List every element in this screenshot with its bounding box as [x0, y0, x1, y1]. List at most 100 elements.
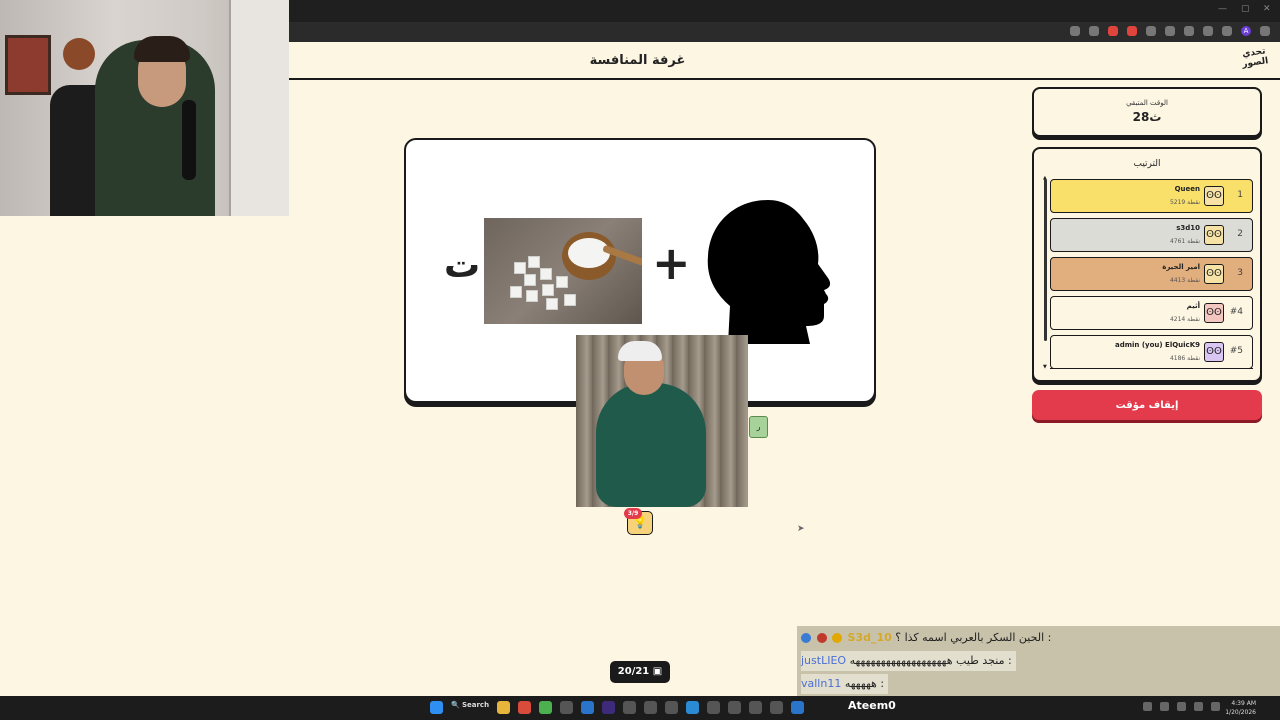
sugar-cube	[564, 294, 576, 306]
app-icon[interactable]	[728, 701, 742, 714]
app-icon[interactable]	[518, 701, 532, 714]
extension-icon[interactable]	[1146, 26, 1156, 36]
player-avatar-icon: ʘʘ	[1204, 264, 1224, 284]
volume-icon[interactable]	[1211, 702, 1220, 711]
puzzle-letter: ت	[444, 245, 481, 286]
zoom-icon[interactable]	[1070, 26, 1080, 36]
page-title: غرفة المنافسة	[589, 53, 686, 68]
rank-position: 2	[1237, 229, 1243, 239]
extension-icon[interactable]	[1108, 26, 1118, 36]
tray-icon[interactable]	[1177, 702, 1186, 711]
ranking-panel: الترتيب ▲ ▼ 1 ʘʘ Queen 5219 نقطة 2 ʘʘ s3…	[1032, 147, 1262, 382]
app-icon[interactable]	[581, 701, 595, 714]
windows-start-icon[interactable]	[430, 701, 443, 714]
badge-icon	[832, 633, 842, 643]
app-icon[interactable]	[623, 701, 637, 714]
scroll-down-icon[interactable]: ▼	[1043, 364, 1047, 370]
rank-row[interactable]: 1 ʘʘ Queen 5219 نقطة	[1050, 179, 1253, 213]
tray-icon[interactable]	[1160, 702, 1169, 711]
sugar-cube	[528, 256, 540, 268]
chat-username: justLIEO	[801, 654, 847, 667]
rank-position: 3	[1237, 268, 1243, 278]
menu-dots-icon[interactable]	[1260, 26, 1270, 36]
profile-avatar-icon[interactable]: A	[1241, 26, 1251, 36]
badge-icon	[801, 633, 811, 643]
player-avatar-icon: ʘʘ	[1204, 186, 1224, 206]
timer-card: الوقت المتبقي 28ث	[1032, 87, 1262, 137]
sugar-cube	[510, 286, 522, 298]
system-clock[interactable]: 4:39 AM 1/20/2026	[1225, 699, 1256, 717]
sugar-cube	[524, 274, 536, 286]
clock-date: 1/20/2026	[1225, 709, 1256, 716]
rank-row[interactable]: #4 ʘʘ أثيم 4214 نقطة	[1050, 296, 1253, 330]
close-icon[interactable]: ✕	[1263, 4, 1271, 14]
rank-row[interactable]: 2 ʘʘ s3d10 4761 نقطة	[1050, 218, 1253, 252]
player-name: s3d10	[1176, 224, 1200, 232]
maximize-icon[interactable]: ▢	[1241, 4, 1250, 14]
webcam-overlay	[0, 0, 289, 216]
microphone	[182, 100, 196, 180]
player-avatar-icon: ʘʘ	[1204, 225, 1224, 245]
pause-timer-button[interactable]: إيقاف مؤقت	[1032, 390, 1262, 420]
chat-username: S3d_10	[847, 631, 892, 644]
app-icon[interactable]	[665, 701, 679, 714]
head-silhouette-icon	[707, 200, 831, 344]
ranking-title: الترتيب	[1133, 159, 1161, 169]
sugar-image	[484, 218, 642, 324]
meme-body	[596, 383, 706, 507]
stream-chat-overlay: S3d_10 الحين السكر بالعربي اسمه كذا ؟ : …	[797, 626, 1280, 696]
tray-icon[interactable]	[1143, 702, 1152, 711]
bookmark-star-icon[interactable]	[1089, 26, 1099, 36]
app-icon[interactable]	[749, 701, 763, 714]
streamer-hair	[134, 36, 190, 62]
extension-icon[interactable]	[1165, 26, 1175, 36]
player-name: امير الحيرة	[1162, 263, 1200, 271]
player-avatar-icon: ʘʘ	[1204, 303, 1224, 323]
extension-icon[interactable]	[1127, 26, 1137, 36]
mouse-cursor-icon: ➤	[797, 524, 805, 534]
timer-value: 28ث	[1132, 110, 1162, 124]
app-icon[interactable]	[791, 701, 805, 714]
player-name: أثيم	[1186, 302, 1200, 310]
sugar-cube	[556, 276, 568, 288]
door	[229, 0, 289, 216]
question-progress: 20/21 ▣	[610, 661, 670, 683]
wifi-icon[interactable]	[1194, 702, 1203, 711]
rank-row[interactable]: 3 ʘʘ امير الحيرة 4413 نقطة	[1050, 257, 1253, 291]
wall-decor	[5, 35, 51, 95]
rank-row[interactable]: #5 ʘʘ admin (you) ElQuicK9 4186 نقطة	[1050, 335, 1253, 369]
reaction-gif	[576, 335, 748, 507]
app-icon[interactable]	[770, 701, 784, 714]
badge-icon	[816, 633, 827, 643]
player-points: 5219 نقطة	[1169, 199, 1200, 206]
extension-icon[interactable]	[1184, 26, 1194, 36]
premiere-icon[interactable]	[602, 701, 616, 714]
vscode-icon[interactable]	[686, 701, 700, 714]
taskbar-search[interactable]: 🔍 Search	[451, 701, 489, 714]
streamer-name: Ateem0	[848, 699, 896, 712]
chat-message: justLIEO منجد طيب هههههههههههههههههههه :	[801, 651, 1016, 671]
image-icon: ▣	[652, 666, 663, 677]
chrome-icon[interactable]	[539, 701, 553, 714]
file-explorer-icon[interactable]	[497, 701, 511, 714]
chat-username: valln11	[801, 677, 842, 690]
chat-text: هههههه :	[844, 677, 885, 690]
sugar-cube	[542, 284, 554, 296]
app-logo[interactable]: تحدي الصور	[1238, 46, 1271, 76]
app-icon[interactable]	[644, 701, 658, 714]
app-icon[interactable]	[707, 701, 721, 714]
windows-taskbar: 🔍 Search Ateem0 4:39 AM 1/20/2026	[0, 696, 1280, 720]
minimize-icon[interactable]: —	[1218, 4, 1227, 14]
ranking-scrollbar[interactable]	[1044, 179, 1047, 341]
rank-position: #4	[1229, 307, 1243, 317]
sidebar-icon[interactable]	[1222, 26, 1232, 36]
player-points: 4186 نقطة	[1169, 355, 1200, 362]
wall-hat	[63, 38, 95, 70]
player-name: admin (you) ElQuicK9	[1115, 341, 1200, 349]
meme-cap	[618, 341, 662, 361]
app-icon[interactable]	[560, 701, 574, 714]
chat-message: S3d_10 الحين السكر بالعربي اسمه كذا ؟ :	[801, 628, 1051, 648]
timer-label: الوقت المتبقي	[1126, 99, 1168, 107]
puzzle-extensions-icon[interactable]	[1203, 26, 1213, 36]
sugar-cube	[540, 268, 552, 280]
